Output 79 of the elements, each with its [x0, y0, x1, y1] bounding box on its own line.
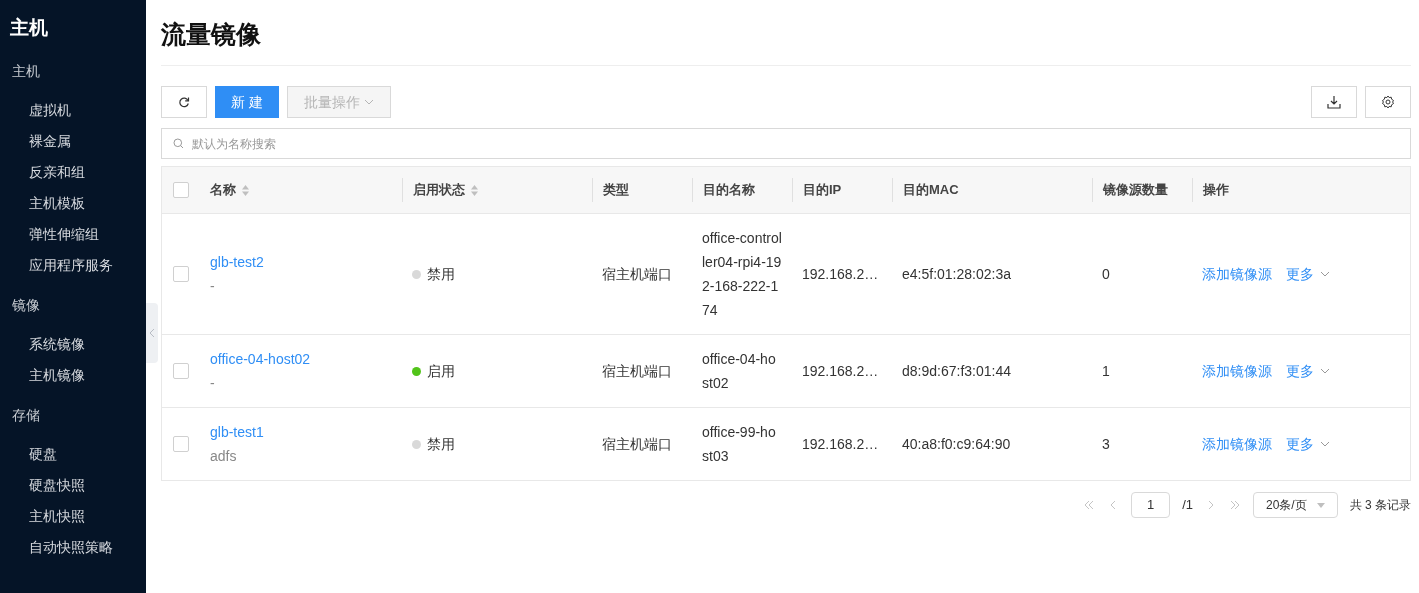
- refresh-icon: [178, 96, 190, 108]
- status-text: 禁用: [427, 264, 455, 284]
- caret-down-icon: [1316, 502, 1325, 508]
- search-field[interactable]: 默认为名称搜索: [161, 128, 1411, 159]
- description-text: adfs: [210, 447, 237, 466]
- chevron-down-icon: [1320, 441, 1330, 447]
- status-text: 启用: [427, 361, 455, 381]
- column-header: 操作: [1203, 181, 1229, 200]
- column-header: 目的IP: [803, 181, 842, 200]
- sidebar-group-label: 主机: [11, 61, 41, 81]
- sidebar-item[interactable]: 自动快照策略: [0, 531, 146, 563]
- page-title: 流量镜像: [161, 19, 262, 50]
- sort-icon[interactable]: [470, 183, 479, 197]
- chevron-down-icon: [1320, 368, 1330, 374]
- sidebar-item[interactable]: 虚拟机: [0, 94, 146, 126]
- table-cell: 0: [1102, 265, 1110, 282]
- select-all-checkbox[interactable]: [173, 182, 189, 198]
- sidebar-item[interactable]: 裸金属: [0, 125, 146, 157]
- chevron-down-icon: [1320, 271, 1330, 277]
- last-page-icon[interactable]: [1228, 500, 1241, 510]
- page-size-select[interactable]: 20条/页: [1252, 492, 1338, 518]
- sidebar-item[interactable]: 硬盘: [0, 438, 146, 470]
- add-source-link[interactable]: 添加镜像源: [1202, 360, 1272, 382]
- sort-icon[interactable]: [241, 183, 250, 197]
- table-cell: office-04-host02: [702, 351, 776, 391]
- sidebar-item[interactable]: 系统镜像: [0, 328, 146, 360]
- sidebar-item[interactable]: 弹性伸缩组: [0, 218, 146, 250]
- sidebar-group-label: 存储: [11, 405, 41, 425]
- sidebar-item[interactable]: 主机镜像: [0, 359, 146, 391]
- sidebar-item[interactable]: 硬盘快照: [0, 469, 146, 501]
- table-cell: 192.168.2…: [802, 435, 879, 452]
- row-checkbox[interactable]: [173, 436, 189, 452]
- description-text: -: [210, 277, 215, 296]
- column-header: 类型: [603, 181, 629, 200]
- chevron-down-icon: [363, 99, 374, 105]
- download-icon: [1327, 95, 1341, 109]
- more-dropdown[interactable]: 更多: [1286, 263, 1330, 285]
- column-header: 镜像源数量: [1103, 181, 1168, 200]
- table-cell: 3: [1102, 435, 1110, 452]
- first-page-icon[interactable]: [1083, 500, 1096, 510]
- row-checkbox[interactable]: [173, 363, 189, 379]
- page-number-field[interactable]: 1: [1131, 492, 1171, 518]
- table-cell: 40:a8:f0:c9:64:90: [902, 435, 1011, 452]
- table-cell: 宿主机端口: [602, 265, 672, 282]
- table-cell: office-99-host03: [702, 424, 776, 464]
- status-text: 禁用: [427, 434, 455, 454]
- table-cell: office-controller04-rpi4-192-168-222-174: [702, 230, 782, 318]
- settings-icon: [1381, 95, 1395, 109]
- collapse-handle[interactable]: [146, 303, 158, 363]
- search-icon: [173, 138, 184, 149]
- table-cell: 1: [1102, 362, 1110, 379]
- settings-button[interactable]: [1365, 86, 1411, 118]
- table-cell: d8:9d:67:f3:01:44: [902, 362, 1011, 379]
- download-button[interactable]: [1311, 86, 1357, 118]
- table-cell: 宿主机端口: [602, 435, 672, 452]
- add-source-link[interactable]: 添加镜像源: [1202, 433, 1272, 455]
- sidebar-item[interactable]: 应用程序服务: [0, 249, 146, 281]
- record-count-text: 共 3 条记录: [1349, 497, 1411, 514]
- table-cell: 宿主机端口: [602, 362, 672, 379]
- table-cell: 192.168.2…: [802, 362, 879, 379]
- column-header[interactable]: 启用状态: [413, 180, 465, 200]
- more-dropdown[interactable]: 更多: [1286, 433, 1330, 455]
- more-dropdown[interactable]: 更多: [1286, 360, 1330, 382]
- description-text: -: [210, 374, 215, 393]
- column-header[interactable]: 名称: [210, 180, 236, 200]
- sidebar-group-label: 镜像: [11, 295, 41, 315]
- sidebar-title: 主机: [9, 16, 49, 40]
- add-source-link[interactable]: 添加镜像源: [1202, 263, 1272, 285]
- sidebar-item[interactable]: 反亲和组: [0, 156, 146, 188]
- refresh-button[interactable]: [161, 86, 207, 118]
- column-header: 目的名称: [703, 181, 755, 200]
- table-cell: 192.168.2…: [802, 265, 879, 282]
- sidebar-item[interactable]: 主机模板: [0, 187, 146, 219]
- sidebar-item[interactable]: 主机快照: [0, 500, 146, 532]
- table-cell: e4:5f:01:28:02:3a: [902, 265, 1011, 282]
- row-checkbox[interactable]: [173, 266, 189, 282]
- chevron-left-icon: [149, 328, 155, 338]
- total-pages-text: /1: [1182, 496, 1193, 515]
- column-header: 目的MAC: [903, 181, 959, 200]
